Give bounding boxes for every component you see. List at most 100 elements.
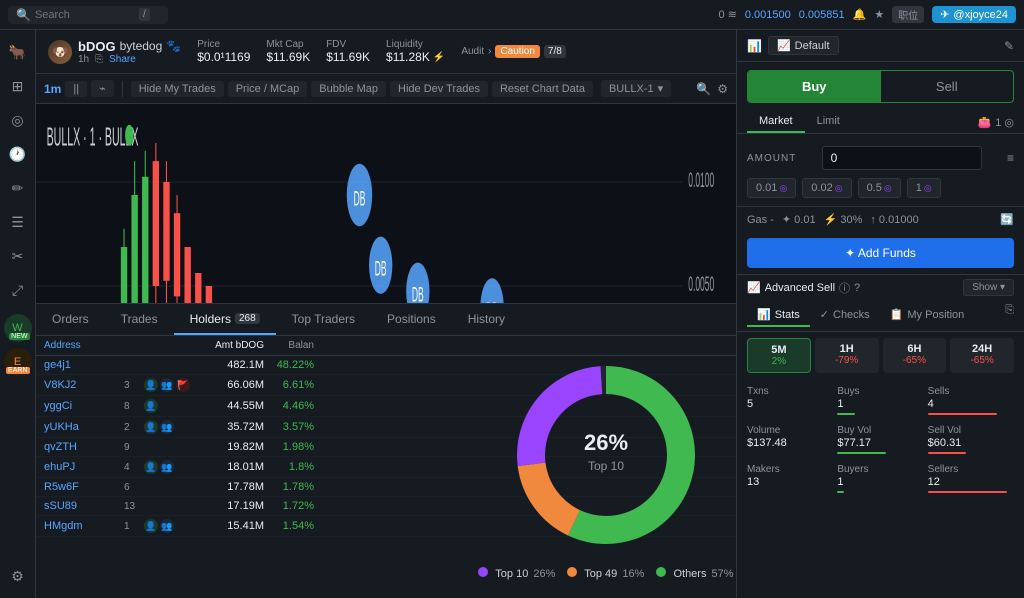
- sidebar-item-wallet[interactable]: W NEW: [4, 314, 32, 342]
- hide-my-trades-btn[interactable]: Hide My Trades: [131, 81, 224, 97]
- telegram-button[interactable]: ✈ @xjoyce24: [932, 6, 1016, 23]
- sell-button[interactable]: Sell: [881, 71, 1014, 102]
- holders-badge: 268: [235, 313, 260, 324]
- top-bar: 🔍 / 0 ≋ 0.001500 0.005851 🔔 ★ 职位 ✈ @xjoy…: [0, 0, 1024, 30]
- stats-tabs: 📊 Stats ✓ Checks 📋 My Position ⎘: [737, 300, 1024, 332]
- market-limit-tabs: Market Limit 👛 1 ◎: [737, 111, 1024, 134]
- tab-my-position[interactable]: 📋 My Position: [880, 304, 975, 327]
- svg-text:Top 10: Top 10: [588, 459, 624, 473]
- token-timeframe[interactable]: 1h: [78, 54, 89, 65]
- timeframe-1m[interactable]: 1m: [44, 82, 61, 96]
- tab-history[interactable]: History: [452, 304, 521, 335]
- hide-dev-trades-btn[interactable]: Hide Dev Trades: [390, 81, 488, 97]
- amount-opt-001[interactable]: 0.01◎: [747, 178, 796, 198]
- stat-sells: Sells 4: [928, 383, 1014, 418]
- search-icon: 🔍: [16, 8, 31, 22]
- sidebar-item-home[interactable]: ⊞: [4, 72, 32, 100]
- buy-button[interactable]: Buy: [748, 71, 881, 102]
- stat-sell-vol: Sell Vol $60.31: [928, 422, 1014, 457]
- svg-text:DB: DB: [354, 188, 366, 210]
- share-link[interactable]: Share: [109, 54, 136, 65]
- time-cell-5m[interactable]: 5M 2%: [747, 338, 811, 373]
- bottom-panel: Orders Trades Holders 268 Top Traders Po…: [36, 303, 736, 598]
- chart-gear-icon[interactable]: ⚙: [717, 82, 728, 96]
- tab-stats[interactable]: 📊 Stats: [747, 304, 810, 327]
- tab-holders[interactable]: Holders 268: [174, 304, 276, 335]
- toolbar-separator: [122, 81, 123, 97]
- amount-opt-1[interactable]: 1◎: [907, 178, 941, 198]
- stats-data-grid: Txns 5 Buys 1 Sells 4 Volume $137.48 Buy…: [737, 379, 1024, 500]
- chart-indicators[interactable]: ⌁: [91, 80, 114, 97]
- reset-chart-btn[interactable]: Reset Chart Data: [492, 81, 593, 97]
- amount-input[interactable]: [822, 146, 982, 170]
- token-price-stat: Price $0.0¹1169: [197, 39, 250, 64]
- search-container[interactable]: 🔍 /: [8, 6, 168, 24]
- tab-top-traders[interactable]: Top Traders: [276, 304, 371, 335]
- svg-text:0.0050: 0.0050: [688, 274, 714, 296]
- tab-trades[interactable]: Trades: [105, 304, 174, 335]
- edit-icon[interactable]: ✎: [1004, 39, 1014, 53]
- amount-menu-icon[interactable]: ≡: [1007, 151, 1014, 165]
- gas-price: ↑ 0.01000: [870, 214, 918, 226]
- gas-refresh-icon[interactable]: 🔄: [1000, 213, 1014, 226]
- holder-icon-group: 👥: [160, 460, 174, 474]
- holder-icon-group: 👥: [160, 378, 174, 392]
- sidebar-item-settings[interactable]: ⚙: [4, 562, 32, 590]
- tab-checks[interactable]: ✓ Checks: [810, 304, 880, 327]
- star-icon[interactable]: ★: [874, 8, 884, 21]
- legend-others: Others 57%: [656, 567, 733, 580]
- time-cell-6h[interactable]: 6H -65%: [883, 338, 947, 373]
- tab-orders[interactable]: Orders: [36, 304, 105, 335]
- amount-opt-05[interactable]: 0.5◎: [858, 178, 901, 198]
- bell-icon[interactable]: 🔔: [853, 8, 867, 21]
- time-cell-24h[interactable]: 24H -65%: [950, 338, 1014, 373]
- stats-share-icon[interactable]: ⎘: [1005, 304, 1014, 327]
- advanced-sell-label: 📈 Advanced Sell ⓘ ?: [747, 280, 860, 296]
- donut-legend: Top 10 26% Top 49 16% Others 57%: [478, 567, 733, 580]
- add-funds-button[interactable]: ✦ Add Funds: [747, 238, 1014, 268]
- amount-label: AMOUNT: [747, 153, 796, 164]
- token-avatar: 🐶: [48, 40, 72, 64]
- bubble-map-btn[interactable]: Bubble Map: [311, 81, 386, 97]
- tab-limit[interactable]: Limit: [805, 111, 852, 133]
- price-mcap-btn[interactable]: Price / MCap: [228, 81, 308, 97]
- search-input[interactable]: [35, 9, 135, 21]
- token-verified: 🐾: [166, 39, 181, 53]
- gas-sol: ✦ 0.01: [782, 213, 816, 226]
- sidebar-item-pencil[interactable]: ✏: [4, 174, 32, 202]
- stats-chart-icon: 📊: [757, 308, 771, 321]
- gas-pct: ⚡ 30%: [824, 213, 863, 226]
- holder-icon-group: 👥: [160, 420, 174, 434]
- sidebar-item-history[interactable]: 🕐: [4, 140, 32, 168]
- adv-info-icon[interactable]: ⓘ: [839, 280, 850, 296]
- left-sidebar: 🐂 ⊞ ◎ 🕐 ✏ ☰ ✂ ⤢ W NEW E EARN ⚙: [0, 30, 36, 598]
- chart-search-icon[interactable]: 🔍: [696, 82, 711, 96]
- sidebar-item-scissors[interactable]: ✂: [4, 242, 32, 270]
- default-button[interactable]: 📈 Default: [768, 36, 839, 55]
- pair-selector[interactable]: BULLX-1 ▾: [601, 80, 671, 97]
- telegram-handle: @xjoyce24: [953, 9, 1008, 21]
- sol-price: 0.001500: [745, 9, 791, 21]
- stat-volume: Volume $137.48: [747, 422, 833, 457]
- time-cell-1h[interactable]: 1H -79%: [815, 338, 879, 373]
- holder-icon-person: 👤: [144, 378, 158, 392]
- donut-chart: 26% Top 10: [506, 355, 706, 555]
- sidebar-item-earn[interactable]: E EARN: [4, 348, 32, 376]
- job-badge[interactable]: 职位: [892, 6, 924, 23]
- show-button[interactable]: Show ▾: [963, 279, 1014, 296]
- adv-question-icon[interactable]: ?: [854, 282, 860, 294]
- top-bar-right: 0 ≋ 0.001500 0.005851 🔔 ★ 职位 ✈ @xjoyce24: [718, 6, 1016, 23]
- audit-badge: Caution: [495, 45, 539, 58]
- chart-settings[interactable]: 🔍 ⚙: [696, 82, 728, 96]
- sidebar-item-portfolio[interactable]: ◎: [4, 106, 32, 134]
- amount-opt-002[interactable]: 0.02◎: [802, 178, 851, 198]
- tab-market[interactable]: Market: [747, 111, 805, 133]
- chart-candles[interactable]: ||: [65, 81, 87, 97]
- token-copy[interactable]: ⎘: [95, 54, 103, 65]
- stat-buyers: Buyers 1: [837, 461, 923, 496]
- token-audit[interactable]: Audit › Caution 7/8: [461, 45, 566, 58]
- sidebar-item-resize[interactable]: ⤢: [4, 276, 32, 304]
- checks-icon: ✓: [820, 308, 829, 321]
- sidebar-item-list[interactable]: ☰: [4, 208, 32, 236]
- tab-positions[interactable]: Positions: [371, 304, 452, 335]
